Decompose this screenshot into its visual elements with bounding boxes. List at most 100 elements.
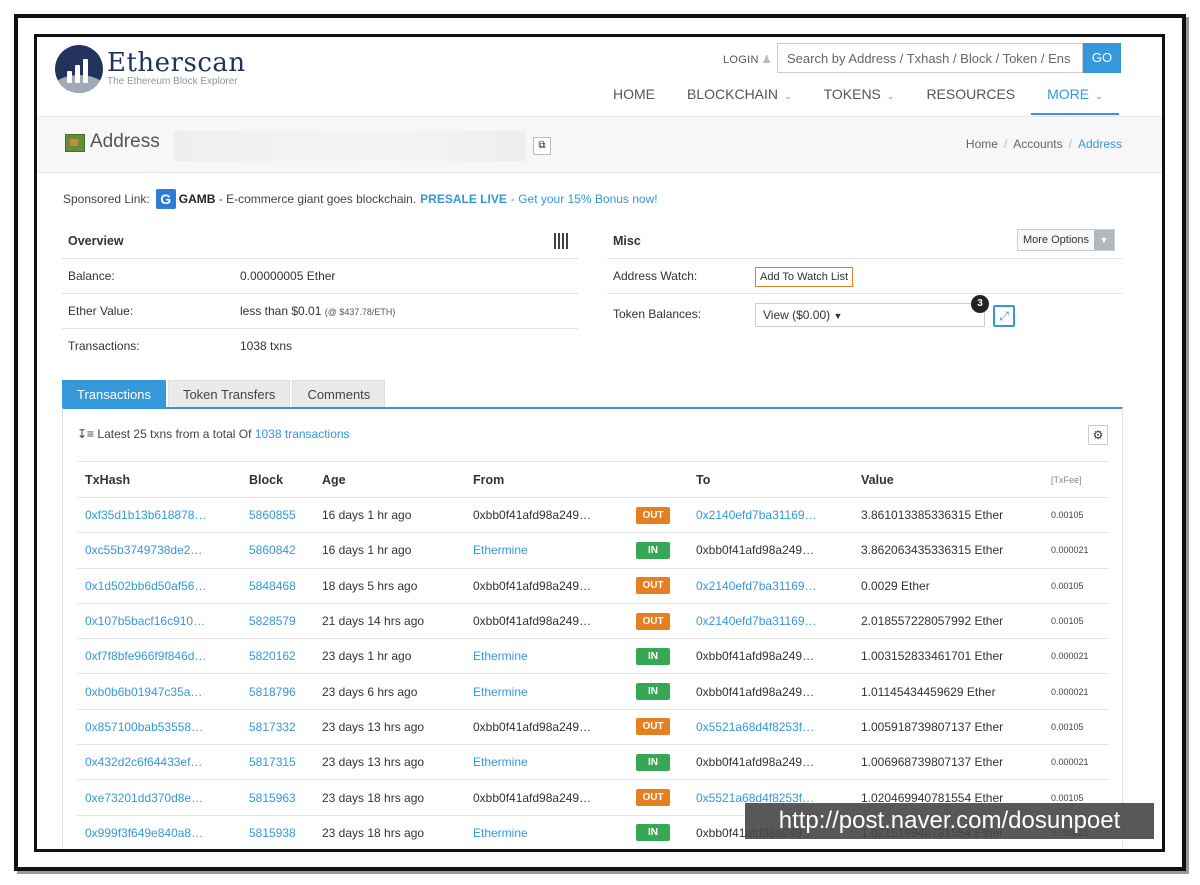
to-address[interactable]: 0x2140efd7ba31169…: [688, 568, 853, 604]
expand-icon[interactable]: ⤢: [993, 305, 1015, 327]
sponsor-brand[interactable]: GAMB: [179, 192, 216, 206]
direction-badge: IN: [636, 683, 670, 701]
misc-title: Misc: [613, 234, 641, 248]
table-row: 0xf35d1b13b618878… 5860855 16 days 1 hr ag…: [77, 497, 1109, 534]
breadcrumb-accounts[interactable]: Accounts: [1013, 137, 1062, 151]
from-address: 0xbb0f41afd98a249…: [465, 497, 628, 534]
col-direction: [628, 461, 688, 498]
block-link[interactable]: 5815938: [241, 815, 314, 849]
tx-hash-link[interactable]: 0x1d502bb6d50af56…: [77, 568, 241, 604]
col-to: To: [688, 461, 853, 498]
tx-value: 1.006968739807137 Ether: [853, 744, 1043, 781]
screenshot-frame: Etherscan The Ethereum Block Explorer LO…: [34, 34, 1165, 852]
block-link[interactable]: 5817332: [241, 709, 314, 746]
from-address: 0xbb0f41afd98a249…: [465, 709, 628, 746]
to-address[interactable]: 0x2140efd7ba31169…: [688, 497, 853, 534]
token-count-badge: 3: [971, 295, 989, 313]
from-address[interactable]: Ethermine: [465, 532, 628, 569]
direction-cell: IN: [628, 638, 688, 675]
to-address: 0xbb0f41afd98a249…: [688, 744, 853, 781]
tx-total-link[interactable]: 1038 transactions: [255, 427, 350, 441]
site-logo[interactable]: Etherscan The Ethereum Block Explorer: [55, 45, 246, 93]
tx-hash-link[interactable]: 0xe73201dd370d8e…: [77, 779, 241, 816]
from-address[interactable]: Ethermine: [465, 744, 628, 781]
to-address[interactable]: 0x5521a68d4f8253f…: [688, 709, 853, 746]
tab-token-transfers[interactable]: Token Transfers: [167, 380, 291, 408]
direction-badge: OUT: [636, 789, 670, 807]
more-options-label: More Options: [1022, 234, 1089, 246]
block-link[interactable]: 5817315: [241, 744, 314, 781]
table-row: 0x107b5bacf16c910… 5828579 21 days 14 hrs …: [77, 603, 1109, 640]
col-block: Block: [241, 461, 314, 498]
col-txfee: [TxFee]: [1043, 461, 1109, 498]
tx-hash-link[interactable]: 0x107b5bacf16c910…: [77, 603, 241, 640]
table-header-row: TxHash Block Age From To Value [TxFee]: [77, 461, 1109, 498]
nav-blockchain-label: BLOCKCHAIN: [687, 86, 779, 102]
tx-hash-link[interactable]: 0x432d2c6f64433ef…: [77, 744, 241, 781]
tx-hash-link[interactable]: 0xf35d1b13b618878…: [77, 497, 241, 534]
address-titlebar: Address ⧉ Home / Accounts / Address: [37, 117, 1162, 173]
nav-tokens[interactable]: TOKENS ⌄: [808, 85, 911, 115]
qr-code-icon[interactable]: [554, 233, 570, 249]
tx-value: 1.01145434459629 Ether: [853, 673, 1043, 710]
breadcrumb-home[interactable]: Home: [966, 137, 998, 151]
tx-value: 3.861013385336315 Ether: [853, 497, 1043, 534]
token-balances-dropdown[interactable]: View ($0.00) ▼: [755, 303, 985, 327]
sponsor-presale-link[interactable]: PRESALE LIVE: [420, 192, 507, 206]
more-options-button[interactable]: More Options ▼: [1016, 229, 1115, 251]
col-value: Value: [853, 461, 1043, 498]
direction-badge: IN: [636, 753, 670, 771]
transactions-panel: ↧≡ Latest 25 txns from a total Of 1038 t…: [62, 407, 1123, 849]
overview-title: Overview: [68, 234, 124, 248]
tx-hash-link[interactable]: 0xc55b3749738de2…: [77, 532, 241, 569]
block-link[interactable]: 5820162: [241, 638, 314, 675]
token-balances-label: Token Balances:: [613, 307, 702, 321]
sponsored-link: Sponsored Link: G GAMB - E-commerce gian…: [63, 189, 658, 209]
tab-transactions[interactable]: Transactions: [62, 380, 166, 408]
copy-icon[interactable]: ⧉: [533, 137, 551, 155]
tab-comments[interactable]: Comments: [292, 380, 386, 408]
tx-age: 23 days 18 hrs ago: [314, 779, 465, 816]
block-link[interactable]: 5860855: [241, 497, 314, 534]
transactions-label: Transactions:: [68, 339, 140, 353]
direction-badge: OUT: [636, 506, 670, 524]
transactions-count: 1038 txns: [240, 339, 293, 353]
gamb-logo-icon: G: [155, 189, 176, 209]
nav-resources[interactable]: RESOURCES: [910, 85, 1031, 115]
search-input[interactable]: Search by Address / Txhash / Block / Tok…: [777, 43, 1083, 73]
block-link[interactable]: 5848468: [241, 568, 314, 604]
tx-hash-link[interactable]: 0xb0b6b01947c35a…: [77, 673, 241, 710]
tx-age: 16 days 1 hr ago: [314, 532, 465, 569]
tx-fee: 0.000021: [1043, 532, 1109, 569]
direction-badge: IN: [636, 541, 670, 559]
misc-panel: Misc More Options ▼ Address Watch: Add To …: [607, 223, 1123, 334]
login-link[interactable]: LOGIN ♟: [723, 53, 772, 66]
direction-badge: OUT: [636, 718, 670, 736]
block-link[interactable]: 5815963: [241, 779, 314, 816]
table-row: 0xf7f8bfe966f9f846d… 5820162 23 days 1 hr …: [77, 638, 1109, 675]
brand-name: Etherscan: [107, 48, 246, 78]
from-address[interactable]: Ethermine: [465, 638, 628, 675]
tx-value: 0.0029 Ether: [853, 568, 1043, 604]
tx-hash-link[interactable]: 0x999f3f649e840a8…: [77, 815, 241, 849]
from-address[interactable]: Ethermine: [465, 673, 628, 710]
sponsor-bonus-link[interactable]: - Get your 15% Bonus now!: [511, 192, 658, 206]
nav-blockchain[interactable]: BLOCKCHAIN ⌄: [671, 85, 808, 115]
tx-hash-link[interactable]: 0x857100bab53558…: [77, 709, 241, 746]
address-value-redacted: [173, 131, 525, 161]
go-button[interactable]: GO: [1083, 43, 1121, 73]
nav-more[interactable]: MORE ⌄: [1031, 85, 1119, 115]
add-to-watch-list-button[interactable]: Add To Watch List: [755, 267, 854, 287]
nav-home-label: HOME: [613, 86, 655, 102]
gear-icon[interactable]: ⚙: [1088, 425, 1108, 445]
block-link[interactable]: 5818796: [241, 673, 314, 710]
nav-home[interactable]: HOME: [597, 85, 671, 115]
address-tabs: Transactions Token Transfers Comments: [62, 380, 387, 408]
block-link[interactable]: 5860842: [241, 532, 314, 569]
tx-hash-link[interactable]: 0xf7f8bfe966f9f846d…: [77, 638, 241, 675]
token-balances-value: View ($0.00): [763, 308, 831, 322]
tx-fee: 0.00105: [1043, 709, 1109, 746]
block-link[interactable]: 5828579: [241, 603, 314, 640]
from-address[interactable]: Ethermine: [465, 815, 628, 849]
to-address[interactable]: 0x2140efd7ba31169…: [688, 603, 853, 640]
